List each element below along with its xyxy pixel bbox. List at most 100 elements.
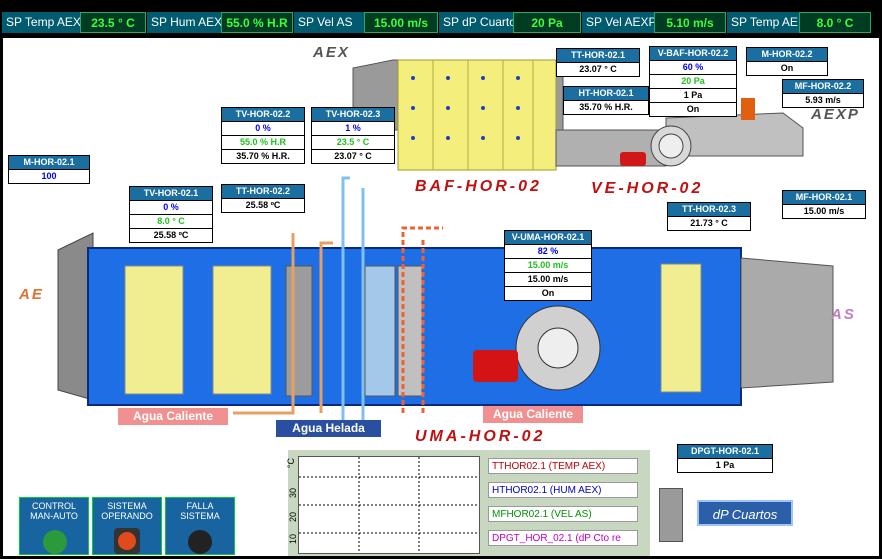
tag-value: 1 Pa bbox=[678, 458, 772, 472]
sp-value-hum-aex[interactable]: 55.0 % H.R bbox=[221, 12, 293, 33]
tag-title: TT-HOR-02.2 bbox=[222, 185, 304, 198]
aex-label: AEX bbox=[313, 44, 350, 61]
tag-title: V-BAF-HOR-02.2 bbox=[650, 47, 736, 60]
trend-grid bbox=[299, 457, 479, 553]
trend-panel: °C 30 20 10 TTHOR02.1 (TEMP AEX) HTHOR02… bbox=[286, 450, 650, 556]
tag-value: 21.73 ° C bbox=[668, 216, 750, 230]
trend-legend-hum[interactable]: HTHOR02.1 (HUM AEX) bbox=[488, 482, 638, 498]
tag-value: 15.00 m/s bbox=[505, 258, 591, 272]
aexp-label: AEXP bbox=[811, 106, 860, 123]
sp-value-vel-aexp[interactable]: 5.10 m/s bbox=[654, 12, 726, 33]
ae-label: AE bbox=[19, 286, 44, 303]
uma-label: UMA-HOR-02 bbox=[415, 428, 546, 445]
sp-value-temp-ae[interactable]: 8.0 ° C bbox=[799, 12, 871, 33]
operating-lamp-frame bbox=[114, 528, 140, 554]
trend-tick: 20 bbox=[288, 512, 298, 523]
as-label: AS bbox=[831, 306, 856, 323]
tag-value: 1 Pa bbox=[650, 88, 736, 102]
tag-title: M-HOR-02.2 bbox=[747, 48, 827, 61]
tag-v-baf-hor-02-2[interactable]: V-BAF-HOR-02.2 60 % 20 Pa 1 Pa On bbox=[649, 46, 737, 117]
tag-value: 25.58 ºC bbox=[222, 198, 304, 212]
bag-filter bbox=[212, 265, 272, 395]
man-auto-switch-icon[interactable] bbox=[43, 530, 67, 554]
tag-value: 0 % bbox=[222, 121, 304, 135]
trend-tick: 30 bbox=[288, 488, 298, 499]
tag-value: 15.00 m/s bbox=[783, 204, 865, 218]
tag-tv-hor-02-2[interactable]: TV-HOR-02.2 0 % 55.0 % H.R 35.70 % H.R. bbox=[221, 107, 305, 164]
dp-cuartos-button[interactable]: dP Cuartos bbox=[697, 500, 793, 526]
tag-title: MF-HOR-02.2 bbox=[783, 80, 863, 93]
exhaust-duct-mid bbox=[555, 129, 667, 167]
sp-label-vel-as: SP Vel AS bbox=[294, 12, 364, 33]
baf-label: BAF-HOR-02 bbox=[415, 178, 542, 195]
tag-value: On bbox=[747, 61, 827, 75]
tag-value: 23.07 ° C bbox=[557, 62, 639, 76]
tag-value: 20 Pa bbox=[650, 74, 736, 88]
tag-value: 82 % bbox=[505, 244, 591, 258]
tag-title: MF-HOR-02.1 bbox=[783, 191, 865, 204]
tag-tt-hor-02-2[interactable]: TT-HOR-02.2 25.58 ºC bbox=[221, 184, 305, 213]
system-operating: SISTEMA OPERANDO bbox=[92, 497, 162, 555]
sp-value-dp-cuarto[interactable]: 20 Pa bbox=[513, 12, 581, 33]
tag-value: 35.70 % H.R. bbox=[222, 149, 304, 163]
tag-m-hor-02-2[interactable]: M-HOR-02.2 On bbox=[746, 47, 828, 76]
exhaust-filter-bank bbox=[397, 59, 557, 171]
tag-mf-hor-02-2[interactable]: MF-HOR-02.2 5.93 m/s bbox=[782, 79, 864, 108]
tag-title: V-UMA-HOR-02.1 bbox=[505, 231, 591, 244]
fault-lamp-icon bbox=[188, 530, 212, 554]
supply-duct-out bbox=[740, 257, 834, 389]
tag-title: TV-HOR-02.2 bbox=[222, 108, 304, 121]
trend-legend-temp[interactable]: TTHOR02.1 (TEMP AEX) bbox=[488, 458, 638, 474]
sp-label-dp-cuarto: SP dP Cuarto bbox=[439, 12, 516, 33]
pre-filter bbox=[124, 265, 184, 395]
pressure-transmitter-icon bbox=[659, 488, 683, 542]
tag-title: HT-HOR-02.1 bbox=[564, 87, 648, 100]
tag-dpgt-hor-02-1[interactable]: DPGT-HOR-02.1 1 Pa bbox=[677, 444, 773, 473]
tag-value: 23.5 ° C bbox=[312, 135, 394, 149]
tag-value: 0 % bbox=[130, 200, 212, 214]
tag-value: On bbox=[650, 102, 736, 116]
sp-value-vel-as[interactable]: 15.00 m/s bbox=[364, 12, 438, 33]
tag-title: DPGT-HOR-02.1 bbox=[678, 445, 772, 458]
ve-label: VE-HOR-02 bbox=[591, 180, 704, 197]
tag-title: TV-HOR-02.1 bbox=[130, 187, 212, 200]
trend-legend-vel[interactable]: MFHOR02.1 (VEL AS) bbox=[488, 506, 638, 522]
tag-value: 60 % bbox=[650, 60, 736, 74]
exhaust-damper-actuator bbox=[741, 98, 755, 120]
tag-title: TV-HOR-02.3 bbox=[312, 108, 394, 121]
tag-ht-hor-02-1[interactable]: HT-HOR-02.1 35.70 % H.R. bbox=[563, 86, 649, 115]
tag-title: TT-HOR-02.3 bbox=[668, 203, 750, 216]
tag-tt-hor-02-3[interactable]: TT-HOR-02.3 21.73 ° C bbox=[667, 202, 751, 231]
trend-legend-dp[interactable]: DPGT_HOR_02.1 (dP Cto re bbox=[488, 530, 638, 546]
trend-plot[interactable] bbox=[298, 456, 480, 554]
tag-value: 8.0 ° C bbox=[130, 214, 212, 228]
sp-value-temp-aex[interactable]: 23.5 ° C bbox=[80, 12, 146, 33]
control-label: SISTEMA OPERANDO bbox=[101, 501, 153, 521]
tag-v-uma-hor-02-1[interactable]: V-UMA-HOR-02.1 82 % 15.00 m/s 15.00 m/s … bbox=[504, 230, 592, 301]
supply-motor bbox=[473, 350, 518, 382]
sp-label-temp-ae: SP Temp AE bbox=[727, 12, 799, 33]
tag-value: 23.07 ° C bbox=[312, 149, 394, 163]
exhaust-motor bbox=[620, 152, 646, 166]
control-man-auto[interactable]: CONTROL MAN-AUTO bbox=[19, 497, 89, 555]
tag-value: 55.0 % H.R bbox=[222, 135, 304, 149]
tag-mf-hor-02-1[interactable]: MF-HOR-02.1 15.00 m/s bbox=[782, 190, 866, 219]
sp-label-vel-aexp: SP Vel AEXP bbox=[582, 12, 657, 33]
control-label: FALLA SISTEMA bbox=[180, 501, 220, 521]
hot-water-label-2: Agua Caliente bbox=[483, 406, 583, 423]
chilled-water-label: Agua Helada bbox=[276, 420, 381, 437]
tag-tv-hor-02-3[interactable]: TV-HOR-02.3 1 % 23.5 ° C 23.07 ° C bbox=[311, 107, 395, 164]
operating-lamp-icon bbox=[118, 532, 136, 550]
tag-tt-hor-02-1[interactable]: TT-HOR-02.1 23.07 ° C bbox=[556, 48, 640, 77]
sp-label-hum-aex: SP Hum AEX bbox=[147, 12, 222, 33]
tag-tv-hor-02-1[interactable]: TV-HOR-02.1 0 % 8.0 ° C 25.58 ºC bbox=[129, 186, 213, 243]
system-fault: FALLA SISTEMA bbox=[165, 497, 235, 555]
tag-value: 1 % bbox=[312, 121, 394, 135]
tag-value: 5.93 m/s bbox=[783, 93, 863, 107]
hot-water-label-1: Agua Caliente bbox=[118, 408, 228, 425]
tag-m-hor-02-1[interactable]: M-HOR-02.1 100 bbox=[8, 155, 90, 184]
tag-value: On bbox=[505, 286, 591, 300]
trend-unit: °C bbox=[286, 458, 296, 469]
preheat-coil bbox=[285, 265, 313, 397]
tag-title: M-HOR-02.1 bbox=[9, 156, 89, 169]
